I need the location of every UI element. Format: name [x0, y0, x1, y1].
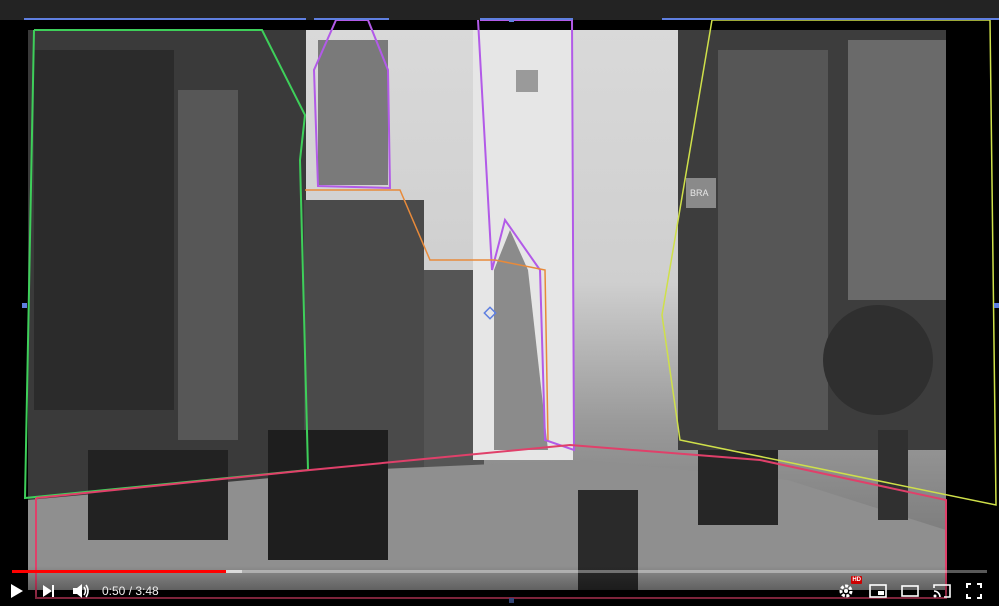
volume-icon	[73, 584, 89, 598]
duration: 3:48	[135, 584, 159, 598]
top-bar	[0, 0, 999, 20]
outline-left-buildings[interactable]	[23, 29, 310, 500]
next-icon	[43, 585, 54, 597]
next-button[interactable]	[36, 578, 62, 604]
fullscreen-icon	[966, 583, 982, 599]
time-display: 0:50 / 3:48	[102, 584, 159, 598]
outline-distant-tower[interactable]	[312, 20, 392, 190]
selection-handle[interactable]	[22, 303, 27, 308]
anchor-point[interactable]	[483, 306, 497, 320]
time-separator: /	[125, 584, 136, 598]
outline-right-buildings[interactable]	[661, 20, 997, 506]
fullscreen-button[interactable]	[961, 578, 987, 604]
play-button[interactable]	[4, 578, 30, 604]
video-player[interactable]: BRA 0:50 / 3:48 HD	[0, 20, 999, 606]
hd-badge: HD	[851, 576, 862, 584]
progress-bar[interactable]	[12, 570, 987, 573]
outline-metropolitan-tower[interactable]	[477, 20, 576, 452]
annotation-overlay	[22, 20, 999, 603]
player-controls: 0:50 / 3:48 HD	[0, 566, 999, 606]
selection-handle[interactable]	[994, 303, 999, 308]
play-icon	[11, 584, 23, 598]
volume-button[interactable]	[68, 578, 94, 604]
selection-handle[interactable]	[509, 20, 514, 22]
played-bar	[12, 570, 226, 573]
settings-button[interactable]: HD	[833, 576, 862, 604]
settings-gear-icon	[839, 584, 853, 598]
outline-midblock[interactable]	[305, 189, 549, 441]
cast-button[interactable]	[929, 578, 955, 604]
current-time: 0:50	[102, 584, 126, 598]
miniplayer-button[interactable]	[865, 578, 891, 604]
cast-icon	[933, 584, 951, 598]
theater-mode-button[interactable]	[897, 578, 923, 604]
theater-mode-icon	[901, 585, 919, 597]
miniplayer-icon	[869, 584, 887, 598]
